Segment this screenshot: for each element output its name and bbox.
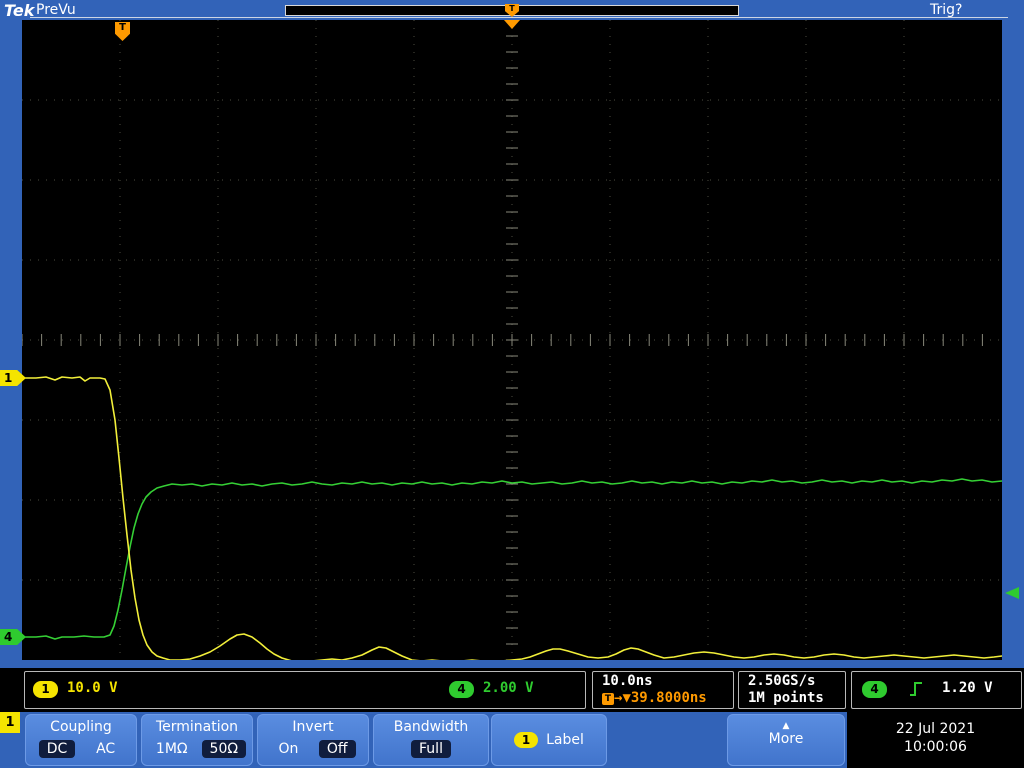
termination-option-1mohm[interactable]: 1MΩ bbox=[148, 740, 196, 758]
datetime-panel: 22 Jul 2021 10:00:06 bbox=[847, 712, 1024, 768]
acquisition-mode-label: PreVu bbox=[36, 2, 76, 18]
label-channel-badge: 1 bbox=[514, 732, 539, 748]
graticule-grid bbox=[21, 19, 1002, 661]
record-trigger-marker-icon: T bbox=[505, 4, 519, 17]
coupling-button[interactable]: Coupling DC AC bbox=[25, 714, 137, 766]
coupling-option-ac[interactable]: AC bbox=[88, 740, 123, 758]
ch4-waveform bbox=[21, 478, 1003, 640]
trigger-source-badge: 4 bbox=[862, 681, 887, 698]
record-view-bar: T bbox=[285, 4, 739, 17]
bandwidth-button[interactable]: Bandwidth Full bbox=[373, 714, 489, 766]
coupling-option-dc[interactable]: DC bbox=[38, 740, 76, 758]
invert-option-off[interactable]: Off bbox=[318, 740, 356, 758]
invert-title: Invert bbox=[292, 719, 334, 735]
ch1-waveform bbox=[21, 376, 1003, 663]
time-value: 10:00:06 bbox=[904, 739, 967, 755]
topbar-divider bbox=[30, 17, 1008, 18]
softkey-menu-bar: 1 Coupling DC AC Termination 1MΩ 50Ω Inv… bbox=[0, 712, 1024, 768]
timebase-value: 10.0ns bbox=[602, 673, 653, 689]
graticule-svg bbox=[21, 19, 1003, 663]
trigger-status-label: Trig? bbox=[930, 2, 963, 18]
delay-trigger-icon: T bbox=[602, 693, 614, 705]
active-channel-tab: 1 bbox=[0, 712, 20, 733]
trigger-level-arrow-icon[interactable] bbox=[1005, 587, 1019, 599]
ch1-scale-value: 10.0 V bbox=[67, 680, 118, 696]
coupling-title: Coupling bbox=[50, 719, 112, 735]
more-title: More bbox=[768, 731, 804, 747]
readout-strip: 1 10.0 V 4 2.00 V 10.0ns T →▼39.8000ns 2.… bbox=[0, 668, 1024, 712]
waveform-display: T bbox=[21, 19, 1003, 663]
sample-rate-value: 2.50GS/s bbox=[748, 673, 816, 689]
ch4-badge: 4 bbox=[449, 681, 474, 698]
more-button[interactable]: ▲ More bbox=[727, 714, 845, 766]
termination-button[interactable]: Termination 1MΩ 50Ω bbox=[141, 714, 253, 766]
delay-pointer-icon: ▼ bbox=[622, 690, 631, 706]
termination-title: Termination bbox=[155, 719, 239, 735]
label-title: Label bbox=[546, 732, 584, 748]
date-value: 22 Jul 2021 bbox=[895, 721, 976, 737]
rising-edge-slope-icon bbox=[910, 682, 922, 696]
trigger-level-value: 1.20 V bbox=[942, 680, 993, 696]
delay-readout: T →▼39.8000ns bbox=[602, 690, 707, 706]
channel-scale-readout: 1 10.0 V 4 2.00 V bbox=[24, 671, 586, 709]
trigger-readout: 4 1.20 V bbox=[851, 671, 1022, 709]
invert-option-on[interactable]: On bbox=[270, 740, 306, 758]
bandwidth-value[interactable]: Full bbox=[411, 740, 451, 758]
invert-button[interactable]: Invert On Off bbox=[257, 714, 369, 766]
label-button[interactable]: 1 Label bbox=[491, 714, 607, 766]
acquisition-readout: 2.50GS/s 1M points bbox=[738, 671, 846, 709]
more-up-arrow-icon: ▲ bbox=[782, 721, 790, 731]
ch1-badge: 1 bbox=[33, 681, 58, 698]
expansion-point-icon bbox=[504, 20, 520, 29]
timebase-readout: 10.0ns T →▼39.8000ns bbox=[592, 671, 734, 709]
termination-option-50ohm[interactable]: 50Ω bbox=[201, 740, 247, 758]
delay-value: 39.8000ns bbox=[630, 690, 707, 706]
record-length-value: 1M points bbox=[748, 690, 824, 706]
bandwidth-title: Bandwidth bbox=[393, 719, 469, 735]
ch4-scale-value: 2.00 V bbox=[483, 680, 534, 696]
